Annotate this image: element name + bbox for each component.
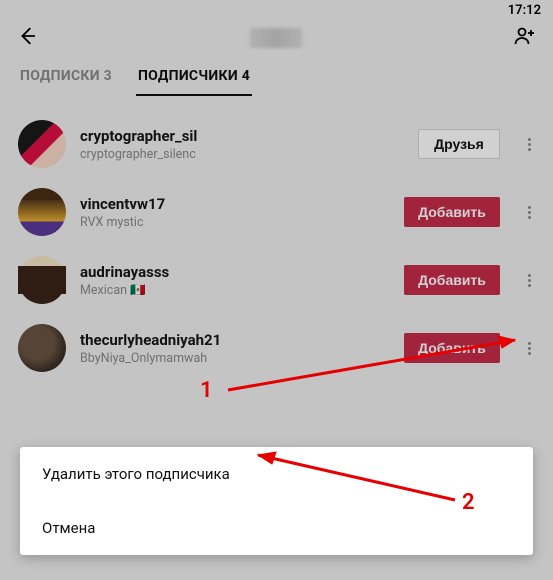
action-sheet: Удалить этого подписчика Отмена <box>20 447 533 555</box>
cancel-option[interactable]: Отмена <box>20 501 533 555</box>
remove-follower-option[interactable]: Удалить этого подписчика <box>20 447 533 501</box>
